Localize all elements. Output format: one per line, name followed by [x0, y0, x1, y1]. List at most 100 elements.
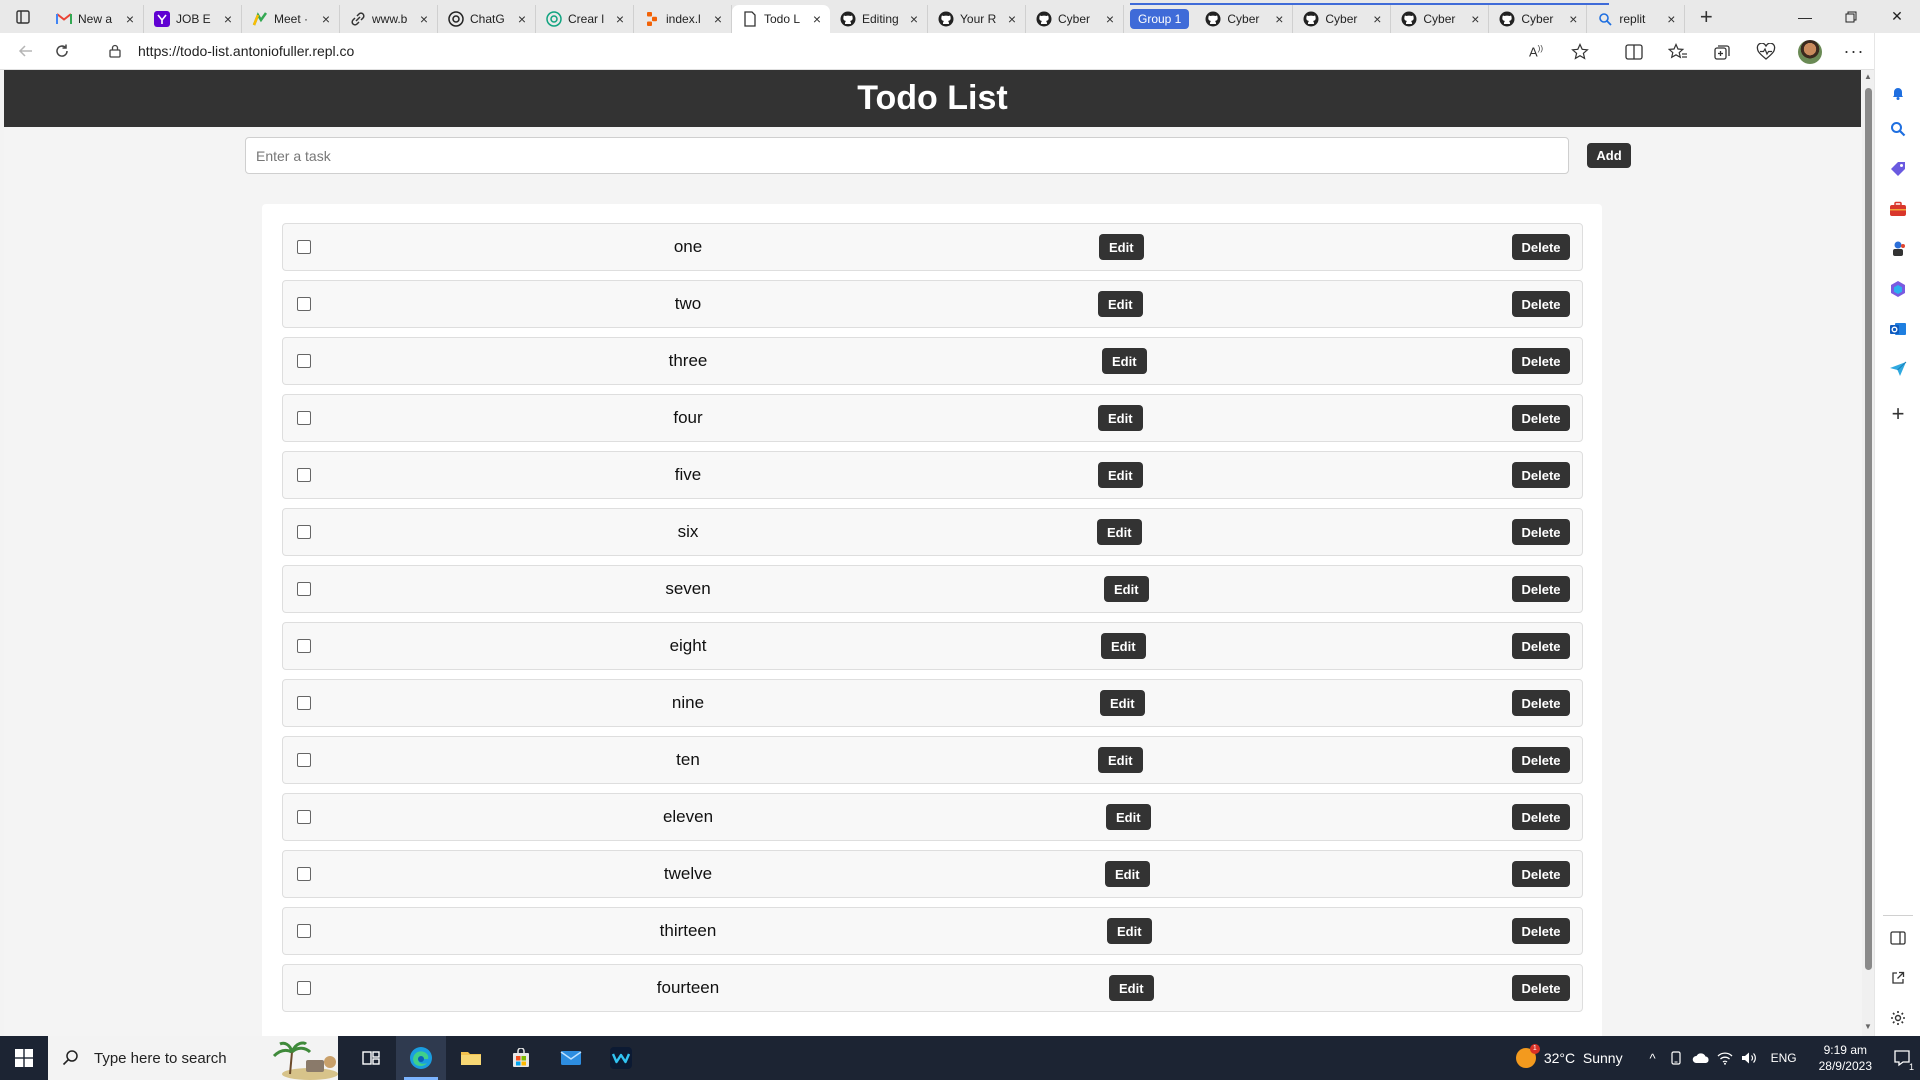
delete-button[interactable]: Delete	[1512, 747, 1570, 773]
task-checkbox[interactable]	[297, 696, 311, 710]
edit-button[interactable]: Edit	[1098, 747, 1143, 773]
scrollbar-thumb[interactable]	[1865, 88, 1872, 970]
task-checkbox[interactable]	[297, 639, 311, 653]
edit-button[interactable]: Edit	[1098, 405, 1143, 431]
tab-group-label[interactable]: Group 1	[1130, 3, 1613, 29]
browser-tab[interactable]: Cyber ×	[1391, 5, 1490, 33]
close-tab-icon[interactable]: ×	[1272, 11, 1286, 27]
delete-button[interactable]: Delete	[1512, 234, 1570, 260]
delete-button[interactable]: Delete	[1512, 462, 1570, 488]
task-checkbox[interactable]	[297, 582, 311, 596]
lock-icon[interactable]	[104, 40, 126, 62]
add-sidebar-app-button[interactable]: +	[1886, 401, 1910, 426]
meet-now-icon[interactable]	[1665, 1036, 1689, 1080]
settings-more-button[interactable]: ···	[1832, 33, 1876, 70]
edit-button[interactable]: Edit	[1098, 291, 1143, 317]
new-tab-button[interactable]: +	[1691, 3, 1721, 31]
close-window-button[interactable]: ✕	[1874, 0, 1920, 33]
restore-button[interactable]	[1828, 0, 1874, 33]
volume-icon[interactable]	[1737, 1036, 1761, 1080]
close-tab-icon[interactable]: ×	[1664, 11, 1678, 27]
browser-tab[interactable]: Your R ×	[928, 5, 1026, 33]
edit-button[interactable]: Edit	[1099, 234, 1144, 260]
edit-button[interactable]: Edit	[1109, 975, 1154, 1001]
delete-button[interactable]: Delete	[1512, 975, 1570, 1001]
start-button[interactable]	[0, 1036, 48, 1080]
show-hidden-icons-button[interactable]: ^	[1641, 1036, 1665, 1080]
address-bar[interactable]: https://todo-list.antoniofuller.repl.co	[104, 37, 1584, 65]
task-checkbox[interactable]	[297, 810, 311, 824]
language-indicator[interactable]: ENG	[1771, 1051, 1797, 1065]
task-checkbox[interactable]	[297, 468, 311, 482]
close-tab-icon[interactable]: ×	[1005, 11, 1019, 27]
page-scrollbar[interactable]: ▲ ▼	[1862, 70, 1874, 1036]
settings-gear-icon[interactable]	[1886, 1006, 1910, 1030]
webex-button[interactable]	[596, 1036, 646, 1080]
edit-button[interactable]: Edit	[1105, 861, 1150, 887]
close-tab-icon[interactable]: ×	[319, 11, 333, 27]
edit-button[interactable]: Edit	[1098, 462, 1143, 488]
close-tab-icon[interactable]: ×	[711, 11, 725, 27]
edit-button[interactable]: Edit	[1097, 519, 1142, 545]
hide-sidebar-icon[interactable]	[1886, 926, 1910, 950]
close-tab-icon[interactable]: ×	[515, 11, 529, 27]
store-button[interactable]	[496, 1036, 546, 1080]
back-button[interactable]	[8, 36, 44, 66]
task-checkbox[interactable]	[297, 867, 311, 881]
edit-button[interactable]: Edit	[1101, 633, 1146, 659]
send-icon[interactable]	[1886, 357, 1910, 381]
external-link-icon[interactable]	[1886, 966, 1910, 990]
weather-widget[interactable]: 1 32°C Sunny	[1515, 1044, 1623, 1068]
notifications-button[interactable]: 1	[1884, 1036, 1920, 1080]
delete-button[interactable]: Delete	[1512, 348, 1570, 374]
collections-button[interactable]	[1700, 33, 1744, 70]
browser-tab[interactable]: JOB E ×	[144, 5, 242, 33]
scroll-down-icon[interactable]: ▼	[1862, 1022, 1874, 1034]
browser-tab[interactable]: Cyber ×	[1293, 5, 1392, 33]
browser-tab[interactable]: www.b ×	[340, 5, 438, 33]
tab-actions-button[interactable]	[0, 0, 46, 33]
browser-tab[interactable]: Editing ×	[830, 5, 928, 33]
delete-button[interactable]: Delete	[1512, 804, 1570, 830]
browser-tab[interactable]: index.l ×	[634, 5, 732, 33]
edit-button[interactable]: Edit	[1107, 918, 1152, 944]
browser-tab[interactable]: Cyber ×	[1026, 5, 1124, 33]
close-tab-icon[interactable]: ×	[221, 11, 235, 27]
delete-button[interactable]: Delete	[1512, 690, 1570, 716]
refresh-button[interactable]	[44, 36, 80, 66]
delete-button[interactable]: Delete	[1512, 405, 1570, 431]
delete-button[interactable]: Delete	[1512, 861, 1570, 887]
close-tab-icon[interactable]: ×	[1468, 11, 1482, 27]
close-tab-icon[interactable]: ×	[907, 11, 921, 27]
taskbar-search-box[interactable]: Type here to search	[48, 1036, 338, 1080]
delete-button[interactable]: Delete	[1512, 291, 1570, 317]
task-checkbox[interactable]	[297, 411, 311, 425]
delete-button[interactable]: Delete	[1512, 918, 1570, 944]
split-screen-button[interactable]	[1612, 33, 1656, 70]
delete-button[interactable]: Delete	[1512, 633, 1570, 659]
search-icon[interactable]	[1886, 117, 1910, 141]
onedrive-icon[interactable]	[1689, 1036, 1713, 1080]
microsoft-365-icon[interactable]	[1886, 277, 1910, 301]
minimize-button[interactable]: —	[1782, 0, 1828, 33]
bell-icon[interactable]	[1886, 81, 1910, 105]
add-task-button[interactable]: Add	[1587, 143, 1631, 168]
close-tab-icon[interactable]: ×	[1103, 11, 1117, 27]
task-view-button[interactable]	[346, 1036, 396, 1080]
read-aloud-button[interactable]: A))	[1514, 33, 1558, 70]
mail-button[interactable]	[546, 1036, 596, 1080]
scroll-up-icon[interactable]: ▲	[1862, 72, 1874, 84]
outlook-icon[interactable]	[1886, 317, 1910, 341]
close-tab-icon[interactable]: ×	[613, 11, 627, 27]
tools-icon[interactable]	[1886, 197, 1910, 221]
clock[interactable]: 9:19 am 28/9/2023	[1819, 1042, 1872, 1074]
browser-tab[interactable]: replit ×	[1587, 5, 1686, 33]
close-tab-icon[interactable]: ×	[1566, 11, 1580, 27]
favorite-button[interactable]	[1558, 33, 1602, 70]
task-input[interactable]	[245, 137, 1569, 174]
delete-button[interactable]: Delete	[1512, 519, 1570, 545]
task-checkbox[interactable]	[297, 525, 311, 539]
edit-button[interactable]: Edit	[1104, 576, 1149, 602]
task-checkbox[interactable]	[297, 297, 311, 311]
browser-tab[interactable]: New a ×	[46, 5, 144, 33]
